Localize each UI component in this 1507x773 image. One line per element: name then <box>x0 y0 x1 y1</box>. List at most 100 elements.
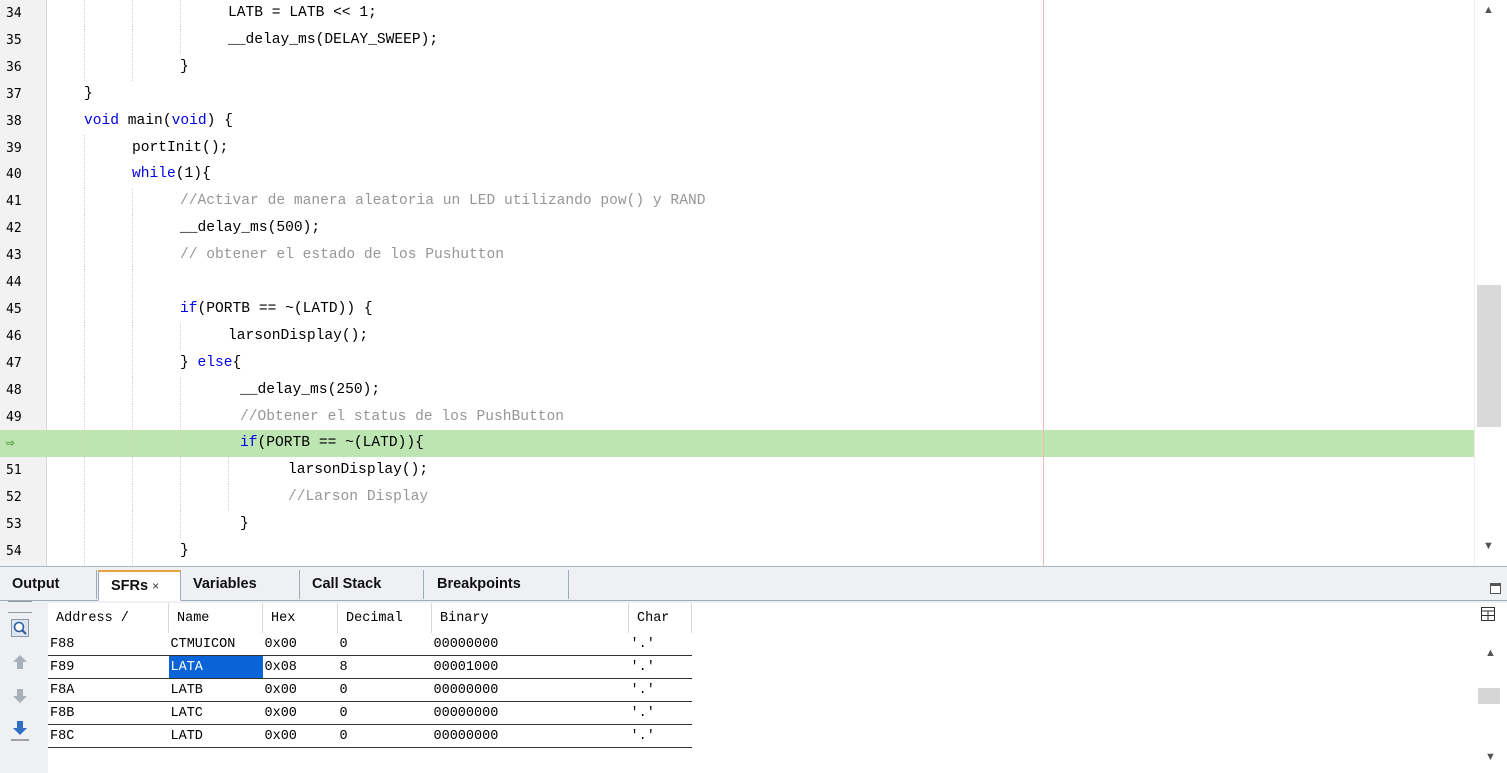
sfr-table[interactable]: Address / Name Hex Decimal Binary Char F88 CTM… <box>48 603 692 748</box>
chevron-down-icon[interactable]: ▼ <box>1485 751 1496 763</box>
line-number[interactable]: 40 <box>0 161 46 188</box>
code-line[interactable]: 35 __delay_ms(DELAY_SWEEP); <box>0 26 1474 54</box>
table-row[interactable]: F88 CTMUICON 0x00 0 00000000 '.' <box>48 633 692 656</box>
code-line[interactable]: 41 //Activar de manera aleatoria un LED u… <box>0 188 1474 216</box>
editor-scroll-thumb[interactable] <box>1477 285 1501 427</box>
code-line[interactable]: 36} <box>0 53 1474 81</box>
table-cell-char[interactable]: '.' <box>628 633 692 656</box>
table-cell-binary[interactable]: 00000000 <box>431 701 629 725</box>
code-text[interactable]: __delay_ms(DELAY_SWEEP); <box>228 27 438 54</box>
column-chooser-icon[interactable] <box>1481 607 1495 624</box>
table-cell-name[interactable]: LATC <box>168 701 263 725</box>
tab-variables[interactable]: Variables <box>181 570 300 599</box>
table-cell-hex[interactable]: 0x00 <box>262 701 338 725</box>
line-number[interactable]: 44 <box>0 269 46 296</box>
code-text[interactable]: //Larson Display <box>288 484 428 511</box>
table-cell-char[interactable]: '.' <box>628 678 692 702</box>
code-text[interactable]: //Obtener el status de los PushButton <box>240 404 564 431</box>
line-number[interactable]: 45 <box>0 296 46 323</box>
code-text[interactable]: } else{ <box>180 350 241 377</box>
table-cell-name[interactable]: LATB <box>168 678 263 702</box>
tab-output[interactable]: Output <box>0 570 97 599</box>
column-header-hex[interactable]: Hex <box>262 603 338 633</box>
code-text[interactable]: __delay_ms(500); <box>180 215 320 242</box>
line-number[interactable]: 53 <box>0 511 46 538</box>
table-cell-binary[interactable]: 00000000 <box>431 724 629 748</box>
code-text[interactable]: LATB = LATB << 1; <box>228 0 377 27</box>
line-number[interactable]: 52 <box>0 484 46 511</box>
code-line[interactable]: 52 //Larson Display <box>0 484 1474 512</box>
chevron-up-icon[interactable]: ▲ <box>1485 647 1496 659</box>
minimize-icon[interactable] <box>1490 583 1501 594</box>
code-text[interactable]: //Activar de manera aleatoria un LED uti… <box>180 188 705 215</box>
table-row[interactable]: F8C LATD 0x00 0 00000000 '.' <box>48 724 692 748</box>
line-number[interactable]: 46 <box>0 323 46 350</box>
table-cell-hex[interactable]: 0x00 <box>262 633 338 656</box>
table-cell-address[interactable]: F8A <box>48 678 169 702</box>
code-line[interactable]: 38 void main(void) { <box>0 108 1474 135</box>
line-number[interactable]: 54 <box>0 538 46 565</box>
table-cell-decimal[interactable]: 8 <box>337 655 432 679</box>
chevron-up-icon[interactable]: ▲ <box>1483 4 1494 16</box>
table-cell-decimal[interactable]: 0 <box>337 701 432 725</box>
line-number[interactable]: 48 <box>0 377 46 404</box>
code-text[interactable]: } <box>84 81 93 108</box>
code-text[interactable]: if(PORTB == ~(LATD)){ <box>240 430 424 457</box>
line-number[interactable]: 43 <box>0 242 46 269</box>
table-cell-hex[interactable]: 0x00 <box>262 678 338 702</box>
code-text[interactable]: larsonDisplay(); <box>288 457 428 484</box>
table-cell-address[interactable]: F88 <box>48 633 169 656</box>
table-cell-binary[interactable]: 00001000 <box>431 655 629 679</box>
code-line[interactable]: 47} else{ <box>0 349 1474 377</box>
code-line[interactable]: 53} <box>0 511 1474 539</box>
column-header-char[interactable]: Char <box>628 603 692 633</box>
code-line[interactable]: 44 <box>0 269 1474 296</box>
table-body[interactable]: F88 CTMUICON 0x00 0 00000000 '.' F89 LATA 0x08 8 0… <box>48 633 692 748</box>
code-line[interactable]: 42 __delay_ms(500); <box>0 215 1474 243</box>
table-cell-name[interactable]: CTMUICON <box>168 633 263 656</box>
code-line[interactable]: 34 LATB = LATB << 1; <box>0 0 1474 27</box>
code-editor[interactable]: 34 LATB = LATB << 1; 35 __delay_ms(DELAY_SW… <box>0 0 1507 566</box>
column-header-address[interactable]: Address / <box>48 603 169 633</box>
code-text[interactable]: } <box>180 54 189 81</box>
table-cell-char[interactable]: '.' <box>628 701 692 725</box>
table-cell-hex[interactable]: 0x00 <box>262 724 338 748</box>
code-line[interactable]: 54} <box>0 538 1474 565</box>
line-number[interactable]: 38 <box>0 108 46 135</box>
step-down-icon[interactable] <box>10 719 30 741</box>
code-text[interactable]: larsonDisplay(); <box>228 323 368 350</box>
code-text[interactable]: if(PORTB == ~(LATD)) { <box>180 296 373 323</box>
code-line[interactable]: 37} <box>0 81 1474 108</box>
column-header-name[interactable]: Name <box>168 603 263 633</box>
line-number[interactable]: 34 <box>0 0 46 27</box>
table-cell-char[interactable]: '.' <box>628 655 692 679</box>
table-cell-name[interactable]: LATA <box>168 655 263 679</box>
line-number[interactable]: 51 <box>0 457 46 484</box>
table-row[interactable]: F8B LATC 0x00 0 00000000 '.' <box>48 701 692 725</box>
table-cell-decimal[interactable]: 0 <box>337 633 432 656</box>
chevron-down-icon[interactable]: ▼ <box>1483 540 1494 552</box>
table-cell-binary[interactable]: 00000000 <box>431 633 629 656</box>
table-cell-decimal[interactable]: 0 <box>337 678 432 702</box>
code-line[interactable]: 39 portInit(); <box>0 134 1474 162</box>
line-number[interactable]: 39 <box>0 135 46 162</box>
close-icon[interactable]: × <box>152 579 159 593</box>
current-execution-line[interactable]: ⇨ if(PORTB == ~(LATD)){ <box>0 430 1474 458</box>
code-line[interactable]: 48 __delay_ms(250); <box>0 376 1474 404</box>
table-cell-address[interactable]: F8C <box>48 724 169 748</box>
sfr-table-container[interactable]: Address / Name Hex Decimal Binary Char F88 CTM… <box>48 603 1475 773</box>
table-scroll-thumb[interactable] <box>1478 688 1500 704</box>
editor-scrollbar[interactable]: ▲ ▼ <box>1474 0 1507 566</box>
table-cell-name[interactable]: LATD <box>168 724 263 748</box>
line-number[interactable]: 49 <box>0 404 46 431</box>
column-header-decimal[interactable]: Decimal <box>337 603 432 633</box>
line-number[interactable]: 37 <box>0 81 46 108</box>
code-text[interactable]: __delay_ms(250); <box>240 377 380 404</box>
line-number[interactable]: 35 <box>0 27 46 54</box>
code-line[interactable]: 45 if(PORTB == ~(LATD)) { <box>0 295 1474 323</box>
table-scrollbar[interactable]: ▲ ▼ <box>1475 603 1507 773</box>
code-text[interactable]: while(1){ <box>132 161 211 188</box>
column-header-binary[interactable]: Binary <box>431 603 629 633</box>
line-number[interactable]: 41 <box>0 188 46 215</box>
table-row[interactable]: F8A LATB 0x00 0 00000000 '.' <box>48 678 692 702</box>
